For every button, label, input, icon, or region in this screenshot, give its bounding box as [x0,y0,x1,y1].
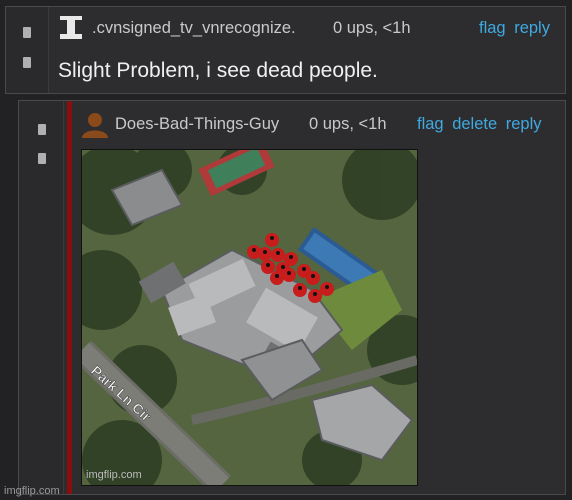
downvote-icon[interactable] [38,153,46,164]
site-watermark: imgflip.com [4,485,60,497]
downvote-icon[interactable] [23,57,31,68]
user-avatar-icon[interactable] [81,112,109,138]
comment-username[interactable]: Does-Bad-Things-Guy [115,115,279,133]
comment-meta: 0 ups, <1h [333,19,411,37]
comment-image[interactable]: Park Ln Cir imgflip.com [81,149,418,486]
comment-text: Slight Problem, i see dead people. [58,59,378,82]
comment-1: .cvnsigned_tv_vnrecognize. 0 ups, <1h fl… [5,6,566,94]
upvote-icon[interactable] [38,124,46,135]
comment-meta: 0 ups, <1h [309,115,387,133]
flag-link[interactable]: flag [417,115,444,133]
vote-box [6,7,49,93]
aerial-map-image: Park Ln Cir [82,150,417,485]
delete-link[interactable]: delete [452,115,497,133]
thread-indicator-bar [67,101,72,494]
image-watermark: imgflip.com [86,469,142,481]
flag-link[interactable]: flag [479,19,506,37]
upvote-icon[interactable] [23,27,31,38]
user-avatar-icon[interactable] [58,15,84,41]
reply-link[interactable]: reply [514,19,550,37]
comment-username[interactable]: .cvnsigned_tv_vnrecognize. [92,19,296,37]
vote-box [19,101,64,494]
reply-link[interactable]: reply [506,115,542,133]
comment-2: Does-Bad-Things-Guy 0 ups, <1h flag dele… [18,100,566,495]
